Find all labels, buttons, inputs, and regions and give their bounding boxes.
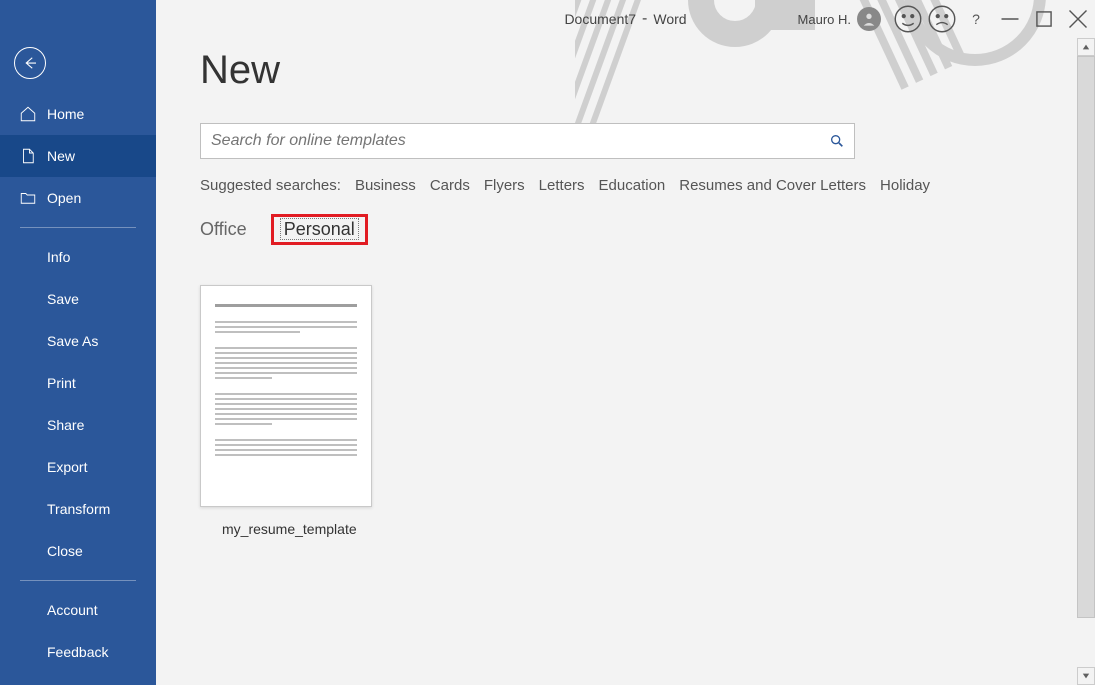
- page-title: New: [200, 48, 1095, 93]
- nav-share[interactable]: Share: [0, 404, 156, 446]
- templates-grid: my_resume_template: [200, 285, 1095, 537]
- suggested-holiday[interactable]: Holiday: [880, 177, 930, 194]
- search-button[interactable]: [820, 124, 854, 158]
- nav-new[interactable]: New: [0, 135, 156, 177]
- content: New Suggested searches: Business Cards F…: [156, 38, 1095, 685]
- nav-info[interactable]: Info: [0, 236, 156, 278]
- scroll-thumb[interactable]: [1077, 56, 1095, 618]
- nav-account[interactable]: Account: [0, 589, 156, 631]
- title-bar: Document7 - Word Mauro H. ?: [156, 0, 1095, 38]
- user-icon: [861, 11, 877, 27]
- scroll-track[interactable]: [1077, 56, 1095, 667]
- template-label: my_resume_template: [200, 521, 372, 537]
- close-button[interactable]: [1061, 4, 1095, 34]
- nav-separator-2: [20, 580, 136, 581]
- suggested-education[interactable]: Education: [599, 177, 666, 194]
- avatar[interactable]: [857, 7, 881, 31]
- folder-icon: [19, 189, 37, 207]
- suggested-business[interactable]: Business: [355, 177, 416, 194]
- search-box: [200, 123, 855, 159]
- suggested-letters[interactable]: Letters: [539, 177, 585, 194]
- suggested-searches: Suggested searches: Business Cards Flyer…: [200, 177, 1095, 194]
- document-name: Document7: [564, 11, 636, 27]
- nav-open[interactable]: Open: [0, 177, 156, 219]
- nav-close[interactable]: Close: [0, 530, 156, 572]
- tab-personal[interactable]: Personal: [280, 218, 359, 240]
- feedback-smile-button[interactable]: [891, 4, 925, 34]
- nav-bottom: Account Feedback: [0, 589, 156, 673]
- tab-office[interactable]: Office: [200, 219, 247, 240]
- nav-transform[interactable]: Transform: [0, 488, 156, 530]
- suggested-flyers[interactable]: Flyers: [484, 177, 525, 194]
- nav-save[interactable]: Save: [0, 278, 156, 320]
- template-thumbnail: [200, 285, 372, 507]
- nav-feedback[interactable]: Feedback: [0, 631, 156, 673]
- nav-top: Home New Open: [0, 93, 156, 219]
- back-button[interactable]: [14, 47, 46, 79]
- nav-open-label: Open: [47, 190, 81, 206]
- suggested-label: Suggested searches:: [200, 177, 341, 194]
- tab-personal-highlight: Personal: [271, 214, 368, 245]
- user-name[interactable]: Mauro H.: [798, 12, 851, 27]
- nav-print[interactable]: Print: [0, 362, 156, 404]
- template-tabs: Office Personal: [200, 214, 1095, 245]
- search-icon: [829, 133, 845, 149]
- nav-export[interactable]: Export: [0, 446, 156, 488]
- template-item[interactable]: my_resume_template: [200, 285, 372, 537]
- feedback-frown-button[interactable]: [925, 4, 959, 34]
- nav-save-as[interactable]: Save As: [0, 320, 156, 362]
- backstage-sidebar: Home New Open Info Save Save As Print Sh…: [0, 0, 156, 685]
- title-separator: -: [642, 10, 647, 28]
- main-area: Document7 - Word Mauro H. ? New Sugg: [156, 0, 1095, 685]
- nav-middle: Info Save Save As Print Share Export Tra…: [0, 236, 156, 572]
- vertical-scrollbar[interactable]: [1077, 38, 1095, 685]
- nav-new-label: New: [47, 148, 75, 164]
- scroll-up-button[interactable]: [1077, 38, 1095, 56]
- nav-separator-1: [20, 227, 136, 228]
- suggested-resumes[interactable]: Resumes and Cover Letters: [679, 177, 866, 194]
- home-icon: [19, 105, 37, 123]
- scroll-down-button[interactable]: [1077, 667, 1095, 685]
- suggested-cards[interactable]: Cards: [430, 177, 470, 194]
- maximize-button[interactable]: [1027, 4, 1061, 34]
- help-button[interactable]: ?: [959, 4, 993, 34]
- nav-home-label: Home: [47, 106, 84, 122]
- minimize-button[interactable]: [993, 4, 1027, 34]
- file-icon: [19, 147, 37, 165]
- arrow-left-icon: [21, 54, 39, 72]
- title-right: Mauro H. ?: [798, 0, 1095, 38]
- nav-home[interactable]: Home: [0, 93, 156, 135]
- app-name: Word: [653, 11, 686, 27]
- search-input[interactable]: [201, 132, 820, 150]
